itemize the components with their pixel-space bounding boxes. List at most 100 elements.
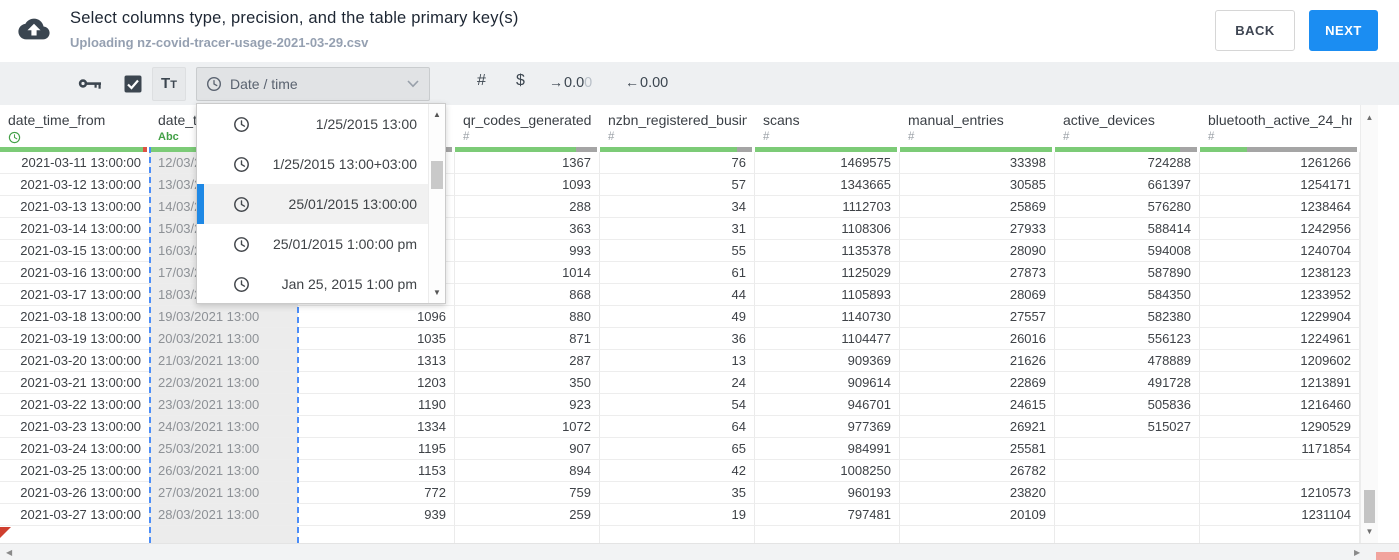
scroll-down-icon[interactable]: ▼ [1361, 527, 1378, 536]
table-cell: 759 [455, 482, 600, 504]
table-cell: 2021-03-26 13:00:00 [0, 482, 150, 504]
table-cell: 868 [455, 284, 600, 306]
column-type-indicator: # [608, 131, 747, 145]
table-cell: 772 [298, 482, 455, 504]
format-option[interactable]: 25/01/2015 13:00:00 [197, 184, 428, 224]
table-cell: 2021-03-13 13:00:00 [0, 196, 150, 218]
table-cell: 1367 [455, 152, 600, 174]
table-cell: 491728 [1055, 372, 1200, 394]
table-cell: 22/03/2021 13:00 [150, 372, 298, 394]
decrease-decimal-button[interactable]: ←0.00 [625, 74, 668, 91]
table-cell: 1112703 [755, 196, 900, 218]
table-cell: 880 [455, 306, 600, 328]
table-cell: 21/03/2021 13:00 [150, 350, 298, 372]
table-cell: 44 [600, 284, 755, 306]
format-option[interactable]: 1/25/2015 13:00 [197, 104, 428, 144]
vertical-scroll-thumb[interactable] [1364, 490, 1375, 523]
text-type-button[interactable]: TT [152, 67, 186, 101]
vertical-scrollbar[interactable]: ▲ ▼ [1360, 105, 1378, 543]
column-header[interactable]: manual_entries # [900, 105, 1055, 147]
type-select-value: Date / time [230, 76, 298, 92]
arrow-right-icon: → [549, 74, 563, 90]
table-cell: 909369 [755, 350, 900, 372]
table-cell [1200, 460, 1360, 482]
table-cell: 33398 [900, 152, 1055, 174]
column-header[interactable]: bluetooth_active_24_hr_ # [1200, 105, 1360, 147]
primary-key-icon[interactable] [78, 77, 102, 90]
table-cell: 26782 [900, 460, 1055, 482]
table-cell: 25581 [900, 438, 1055, 460]
clock-icon [234, 236, 249, 252]
table-cell: 20/03/2021 13:00 [150, 328, 298, 350]
column-filler [755, 526, 900, 543]
clock-icon [8, 131, 21, 144]
table-cell: 1343665 [755, 174, 900, 196]
scroll-left-icon[interactable]: ◀ [6, 548, 12, 557]
date-format-dropdown: 1/25/2015 13:00 1/25/2015 13:00+03:00 25/0… [196, 103, 446, 304]
table-cell: 1104477 [755, 328, 900, 350]
table-cell: 1014 [455, 262, 600, 284]
table-cell: 1240704 [1200, 240, 1360, 262]
column-bluetooth_active_24_hr_: bluetooth_active_24_hr_ #1261266 1254171 12… [1200, 105, 1360, 543]
column-header[interactable]: date_time_from [0, 105, 150, 147]
format-option[interactable]: 1/25/2015 13:00+03:00 [197, 144, 428, 184]
table-cell: 288 [455, 196, 600, 218]
dropdown-scrollbar[interactable]: ▲ ▼ [428, 104, 445, 303]
horizontal-scrollbar[interactable]: ◀ ▶ [0, 543, 1399, 560]
clock-icon [206, 76, 222, 92]
column-filler [900, 526, 1055, 543]
column-type-indicator: # [463, 131, 592, 145]
table-cell: 24 [600, 372, 755, 394]
scroll-down-icon[interactable]: ▼ [429, 288, 445, 297]
table-cell: 42 [600, 460, 755, 482]
table-cell: 909614 [755, 372, 900, 394]
table-cell: 582380 [1055, 306, 1200, 328]
table-cell: 871 [455, 328, 600, 350]
table-cell: 1035 [298, 328, 455, 350]
column-header[interactable]: nzbn_registered_busine # [600, 105, 755, 147]
table-cell: 2021-03-12 13:00:00 [0, 174, 150, 196]
column-scans: scans #1469575 1343665 1112703 1108306 113537… [755, 105, 900, 543]
table-cell: 31 [600, 218, 755, 240]
table-cell: 13 [600, 350, 755, 372]
column-qr_codes_generated: qr_codes_generated #1367 1093 288 363 993 1014… [455, 105, 600, 543]
number-type-button[interactable]: # [477, 72, 486, 90]
column-header[interactable]: scans # [755, 105, 900, 147]
increase-decimal-button[interactable]: →0.00 [549, 74, 592, 91]
chevron-down-icon [407, 80, 419, 88]
table-cell: 960193 [755, 482, 900, 504]
table-cell: 588414 [1055, 218, 1200, 240]
table-cell: 1216460 [1200, 394, 1360, 416]
back-button[interactable]: BACK [1215, 10, 1295, 51]
table-cell: 34 [600, 196, 755, 218]
format-option-label: Jan 25, 2015 1:00 pm [281, 276, 417, 292]
dropdown-scroll-thumb[interactable] [431, 161, 443, 189]
currency-type-button[interactable]: $ [516, 72, 525, 90]
table-cell: 1108306 [755, 218, 900, 240]
scroll-up-icon[interactable]: ▲ [1361, 113, 1378, 122]
column-manual_entries: manual_entries #33398 30585 25869 27933 28090… [900, 105, 1055, 543]
type-select-dropdown[interactable]: Date / time [196, 67, 430, 101]
table-cell: 28090 [900, 240, 1055, 262]
number-type-label: # [1063, 131, 1070, 143]
table-cell: 797481 [755, 504, 900, 526]
column-header[interactable]: active_devices # [1055, 105, 1200, 147]
cloud-upload-icon [18, 18, 50, 40]
table-cell: 36 [600, 328, 755, 350]
page-title: Select columns type, precision, and the … [70, 9, 519, 27]
table-cell: 1195 [298, 438, 455, 460]
horizontal-scroll-thumb[interactable] [1376, 552, 1399, 560]
include-column-checkbox[interactable] [124, 75, 142, 93]
format-option[interactable]: Jan 25, 2015 1:00 pm [197, 264, 428, 303]
format-option[interactable]: 25/01/2015 1:00:00 pm [197, 224, 428, 264]
scroll-up-icon[interactable]: ▲ [429, 110, 445, 119]
table-cell: 993 [455, 240, 600, 262]
table-cell: 61 [600, 262, 755, 284]
format-option-label: 1/25/2015 13:00+03:00 [272, 156, 417, 172]
table-cell: 946701 [755, 394, 900, 416]
scroll-right-icon[interactable]: ▶ [1354, 548, 1360, 557]
next-button[interactable]: NEXT [1309, 10, 1378, 51]
table-cell: 2021-03-15 13:00:00 [0, 240, 150, 262]
column-header[interactable]: qr_codes_generated # [455, 105, 600, 147]
table-cell: 1233952 [1200, 284, 1360, 306]
